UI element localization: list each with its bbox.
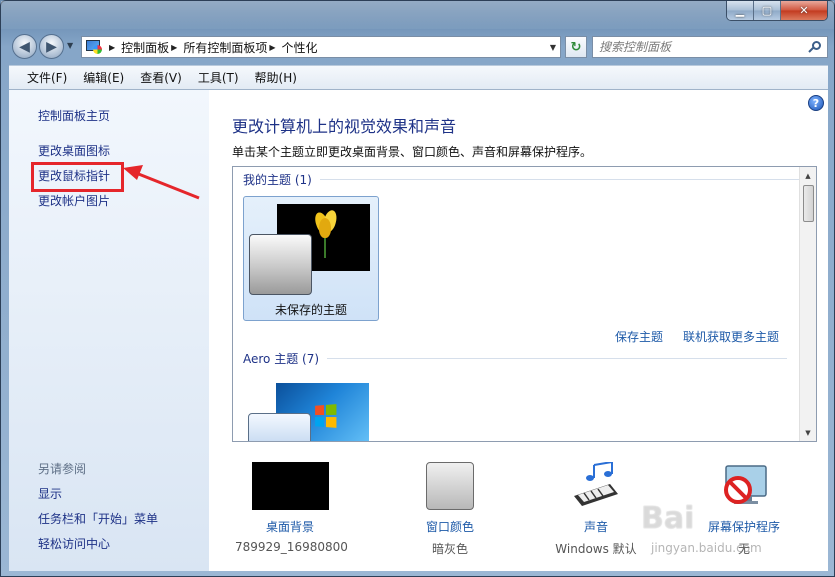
desktop-background-value: 789929_16980800 — [235, 540, 348, 554]
baidu-watermark-url: jingyan.baidu.com — [651, 541, 762, 555]
back-button[interactable]: ◀ — [12, 34, 37, 59]
screensaver-option[interactable]: 屏幕保护程序 无 — [689, 462, 799, 556]
address-dropdown-icon[interactable]: ▼ — [550, 43, 556, 52]
minimize-icon: ▁ — [735, 4, 745, 17]
maximize-button[interactable]: ▢ — [754, 1, 781, 20]
arrow-left-icon: ◀ — [19, 38, 30, 55]
help-icon[interactable]: ? — [808, 95, 824, 111]
refresh-button[interactable]: ↻ — [565, 36, 587, 58]
flower-image-icon — [312, 208, 339, 258]
window-color-label[interactable]: 窗口颜色 — [395, 518, 505, 535]
save-theme-link[interactable]: 保存主题 — [615, 328, 663, 345]
chevron-down-icon: ▼ — [67, 41, 74, 50]
caption-buttons: ▁ ▢ ✕ — [726, 1, 828, 21]
close-icon: ✕ — [799, 4, 809, 17]
scroll-up-icon[interactable]: ▲ — [800, 167, 816, 184]
control-panel-home-link[interactable]: 控制面板主页 — [38, 107, 110, 124]
change-desktop-icons-link[interactable]: 更改桌面图标 — [38, 142, 110, 159]
breadcrumb-item[interactable]: 控制面板 ▶ — [121, 39, 183, 56]
recent-pages-dropdown[interactable]: ▼ — [67, 41, 77, 51]
window-color-icon — [426, 462, 474, 510]
window-color-option[interactable]: 窗口颜色 暗灰色 — [395, 462, 505, 556]
control-panel-icon — [86, 40, 104, 54]
theme-name: 未保存的主题 — [274, 303, 347, 317]
menu-view[interactable]: 查看(V) — [132, 69, 190, 86]
taskbar-start-menu-link[interactable]: 任务栏和「开始」菜单 — [38, 510, 158, 527]
scrollbar-thumb[interactable] — [803, 185, 814, 222]
display-link[interactable]: 显示 — [38, 485, 62, 502]
unsaved-theme-tile[interactable]: 未保存的主题 — [243, 196, 379, 321]
annotation-highlight-box — [31, 162, 124, 192]
screensaver-icon — [718, 462, 770, 510]
search-icon[interactable] — [808, 41, 821, 53]
aero-themes-group-header: Aero 主题 (7) — [243, 350, 788, 367]
theme-list-scrollbar[interactable]: ▲ ▼ — [799, 167, 816, 441]
close-button[interactable]: ✕ — [781, 1, 827, 20]
aero-theme-window-preview — [248, 413, 311, 441]
breadcrumb-item[interactable]: 所有控制面板项 ▶ — [183, 39, 281, 56]
refresh-icon: ↻ — [570, 39, 582, 55]
navigation-bar: ◀ ▶ ▼ ▶ 控制面板 ▶ 所有控制面板项 ▶ 个性化 ▼ ↻ — [9, 31, 828, 61]
baidu-watermark: Bai — [641, 501, 695, 536]
sound-option[interactable]: 声音 Windows 默认 — [541, 461, 651, 556]
theme-list: 我的主题 (1) 未保存的主题 保存主题 联机获取更多主题 Aero 主题 (7 — [232, 166, 817, 442]
window-frame: ▁ ▢ ✕ ◀ ▶ ▼ ▶ 控制面板▶ 所有控制面板项▶ 个性化 ▼ ↻ 文件(… — [0, 0, 835, 577]
page-subtitle: 单击某个主题立即更改桌面背景、窗口颜色、声音和屏幕保护程序。 — [232, 145, 593, 159]
windows-logo-icon — [315, 404, 337, 428]
search-input[interactable] — [599, 40, 799, 54]
menu-tools[interactable]: 工具(T) — [190, 69, 247, 86]
see-also-heading: 另请参阅 — [38, 462, 87, 476]
sound-icon — [570, 461, 622, 510]
search-box[interactable] — [592, 36, 828, 58]
scroll-down-icon[interactable]: ▼ — [800, 424, 816, 441]
content-area: 控制面板主页 更改桌面图标 更改鼠标指针 更改帐户图片 另请参阅 显示 任务栏和… — [9, 90, 828, 571]
annotation-arrow-icon — [123, 165, 200, 200]
title-bar[interactable] — [1, 1, 834, 29]
sound-label[interactable]: 声音 — [541, 518, 651, 535]
menu-help[interactable]: 帮助(H) — [247, 69, 305, 86]
menu-edit[interactable]: 编辑(E) — [75, 69, 132, 86]
get-more-themes-link[interactable]: 联机获取更多主题 — [683, 328, 779, 345]
page-title: 更改计算机上的视觉效果和声音 — [232, 117, 457, 136]
menu-bar: 文件(F) 编辑(E) 查看(V) 工具(T) 帮助(H) — [9, 65, 828, 90]
desktop-background-label[interactable]: 桌面背景 — [235, 518, 345, 535]
theme-window-preview — [249, 234, 312, 295]
forward-button[interactable]: ▶ — [39, 34, 64, 59]
desktop-background-option[interactable]: 桌面背景 789929_16980800 — [235, 462, 348, 554]
minimize-button[interactable]: ▁ — [727, 1, 754, 20]
ease-of-access-link[interactable]: 轻松访问中心 — [38, 535, 110, 552]
screensaver-label[interactable]: 屏幕保护程序 — [689, 518, 799, 535]
window-color-value: 暗灰色 — [431, 542, 468, 556]
task-pane: 控制面板主页 更改桌面图标 更改鼠标指针 更改帐户图片 另请参阅 显示 任务栏和… — [9, 90, 209, 571]
arrow-right-icon: ▶ — [46, 38, 57, 55]
breadcrumb-root-separator[interactable]: ▶ — [107, 43, 121, 52]
change-account-picture-link[interactable]: 更改帐户图片 — [38, 192, 110, 209]
breadcrumb-item-current[interactable]: 个性化 — [282, 39, 318, 56]
desktop-background-icon — [251, 462, 329, 510]
my-themes-group-header: 我的主题 (1) — [243, 171, 800, 188]
sound-value: Windows 默认 — [555, 542, 637, 556]
address-bar[interactable]: ▶ 控制面板 ▶ 所有控制面板项 ▶ 个性化 ▼ — [81, 36, 561, 58]
menu-file[interactable]: 文件(F) — [19, 69, 75, 86]
maximize-icon: ▢ — [761, 4, 773, 17]
